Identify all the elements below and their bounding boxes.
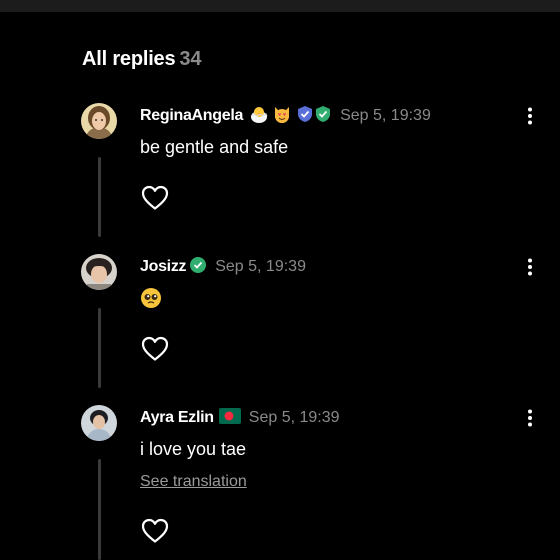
more-options-icon[interactable] (524, 106, 536, 126)
verified-badge-icon (189, 256, 207, 279)
heart-icon[interactable] (141, 336, 169, 362)
more-options-icon[interactable] (524, 257, 536, 277)
bangladesh-flag-icon (218, 407, 241, 429)
thread-line (98, 157, 101, 237)
replies-count: 34 (179, 48, 202, 70)
replies-header: All replies 34 (82, 48, 201, 71)
avatar[interactable] (81, 254, 117, 290)
hatching-chick-emoji-icon (249, 104, 269, 129)
timestamp: Sep 5, 19:39 (340, 107, 431, 124)
heart-eyes-cat-emoji-icon (272, 104, 292, 129)
verified-badge-icon (314, 105, 332, 128)
more-options-icon[interactable] (524, 408, 536, 428)
top-bar (0, 0, 560, 12)
avatar[interactable] (81, 103, 117, 139)
reply-meta: Josizz Sep 5, 19:39 (140, 256, 306, 278)
thread-line (98, 459, 101, 560)
avatar[interactable] (81, 405, 117, 441)
heart-icon[interactable] (141, 185, 169, 211)
pleading-face-emoji-icon (140, 288, 162, 313)
reply-text (140, 287, 162, 314)
thread-line (98, 308, 101, 388)
see-translation-link[interactable]: See translation (140, 473, 247, 491)
timestamp: Sep 5, 19:39 (215, 258, 306, 275)
reply-text: i love you tae (140, 439, 247, 459)
username[interactable]: Josizz (140, 258, 187, 276)
timestamp: Sep 5, 19:39 (248, 409, 340, 426)
replies-title: All replies (82, 48, 176, 70)
replies-page: All replies 34 ReginaAngela Sep 5, 19:39… (0, 0, 560, 560)
username[interactable]: ReginaAngela (140, 107, 243, 125)
shield-badge-icon (296, 105, 314, 128)
reply-text: be gentle and safe (140, 137, 289, 157)
heart-icon[interactable] (141, 518, 169, 544)
username[interactable]: Ayra Ezlin (140, 409, 214, 427)
reply-meta: Ayra Ezlin Sep 5, 19:39 (140, 407, 340, 429)
reply-meta: ReginaAngela Sep 5, 19:39 (140, 105, 431, 127)
